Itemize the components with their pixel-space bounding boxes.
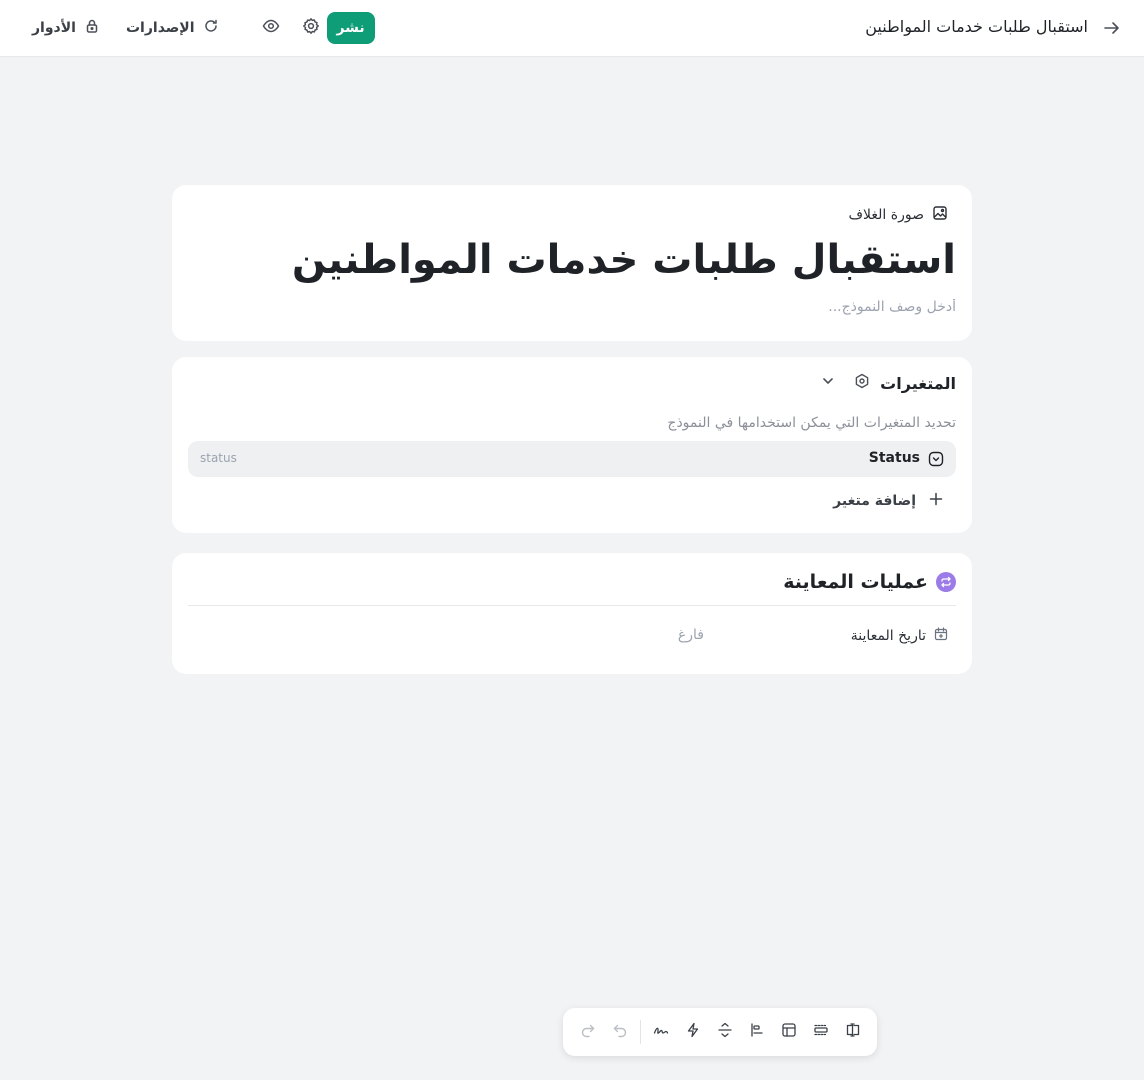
roles-button[interactable]: الأدوار [24,12,108,44]
variable-settings-icon [854,373,870,393]
preview-button[interactable] [255,12,287,44]
chevron-down-icon [820,373,836,393]
automation-tool[interactable] [677,1016,709,1048]
operations-header: عمليات المعاينة [783,571,956,593]
cover-image-label: صورة الغلاف [848,207,924,223]
text-field-tool[interactable] [837,1016,869,1048]
field-value: فارغ [677,627,704,643]
table-tool[interactable] [773,1016,805,1048]
signature-icon [653,1022,669,1042]
divider [188,605,956,606]
versions-button[interactable]: الإصدارات [118,12,227,44]
field-label: تاريخ المعاينة [851,627,948,645]
variable-key: status [200,451,237,465]
section-icon [813,1022,829,1042]
variables-toggle[interactable]: المتغيرات [820,373,956,393]
align-tool[interactable] [741,1016,773,1048]
variables-title: المتغيرات [880,373,956,393]
undo-button[interactable] [604,1016,636,1048]
variables-card: المتغيرات تحديد المتغيرات التي يمكن استخ… [172,357,972,533]
form-header-card: صورة الغلاف استقبال طلبات خدمات المواطني… [172,185,972,341]
redo-button[interactable] [572,1016,604,1048]
section-tool[interactable] [805,1016,837,1048]
signature-tool[interactable] [645,1016,677,1048]
image-icon [932,205,948,225]
bottom-toolbar [563,1008,877,1056]
roles-label: الأدوار [32,20,76,36]
chevron-circle-icon[interactable] [928,451,944,467]
document-title: استقبال طلبات خدمات المواطنين [865,17,1088,36]
arrow-right-icon[interactable] [1102,18,1122,38]
align-icon [749,1022,765,1042]
form-title[interactable]: استقبال طلبات خدمات المواطنين [292,237,956,283]
operations-card: عمليات المعاينة تاريخ المعاينة فارغ [172,553,972,674]
add-variable-button[interactable]: إضافة متغير [833,491,944,511]
add-variable-label: إضافة متغير [833,493,916,509]
variables-description: تحديد المتغيرات التي يمكن استخدامها في ا… [667,415,956,431]
split-icon [717,1022,733,1042]
undo-icon [612,1022,628,1042]
lightning-icon [685,1022,701,1042]
redo-icon [580,1022,596,1042]
plus-icon [928,491,944,511]
toolbar-divider [640,1020,641,1044]
eye-icon [262,17,280,39]
table-icon [781,1022,797,1042]
variable-name: Status [868,450,920,466]
gear-icon [302,17,320,39]
settings-button[interactable] [295,12,327,44]
calendar-icon [934,627,948,645]
repeat-icon [936,572,956,592]
field-label-text: تاريخ المعاينة [850,628,926,644]
refresh-icon [203,18,219,38]
cover-image-button[interactable]: صورة الغلاف [849,205,948,225]
form-description-input[interactable] [396,299,956,315]
lock-icon [84,18,100,38]
field-row[interactable]: تاريخ المعاينة فارغ [188,621,956,651]
top-bar: استقبال طلبات خدمات المواطنين الأدوار ال… [0,0,1144,57]
publish-button[interactable]: نشر [326,12,375,44]
text-field-icon [845,1022,861,1042]
split-tool[interactable] [709,1016,741,1048]
operations-title: عمليات المعاينة [783,571,928,593]
variable-row[interactable]: Status status [188,441,956,477]
versions-label: الإصدارات [125,20,195,36]
top-actions: الأدوار الإصدارات نشر [16,12,375,44]
